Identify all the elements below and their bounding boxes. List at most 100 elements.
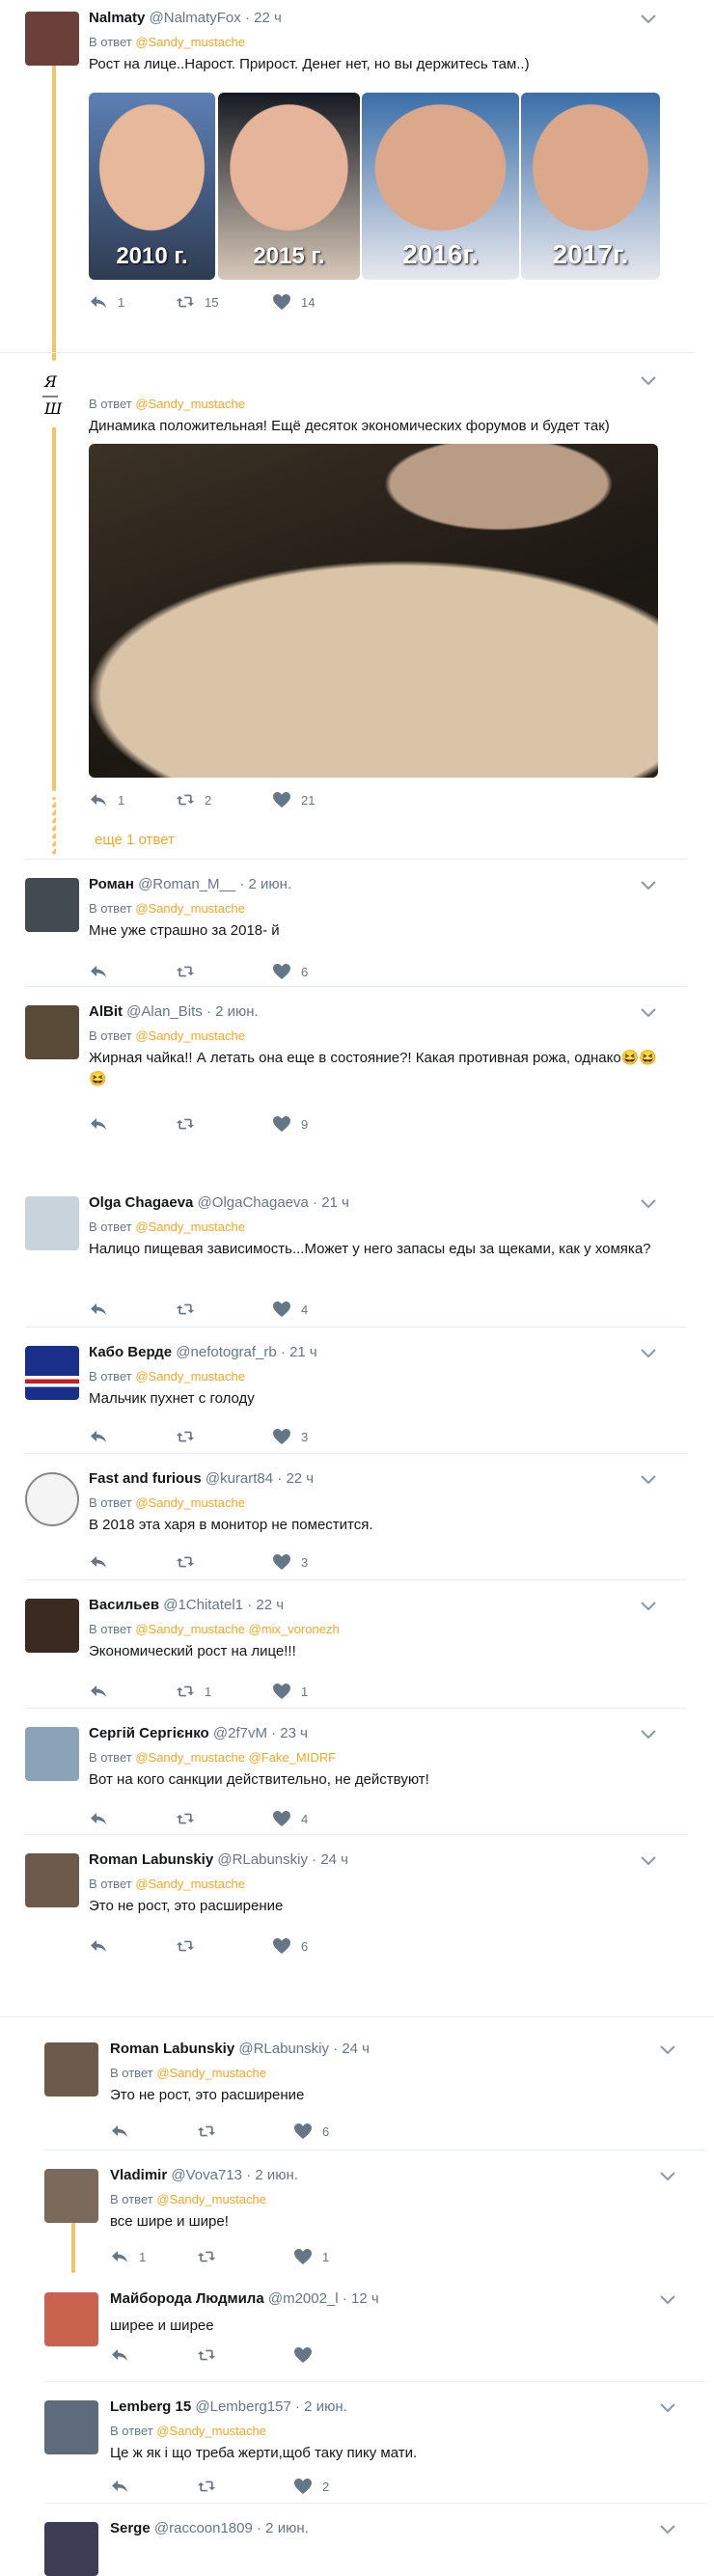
avatar[interactable] bbox=[44, 2169, 98, 2223]
user-handle[interactable]: @1Chitatel1 bbox=[163, 1597, 243, 1613]
retweet-button[interactable] bbox=[176, 1553, 205, 1571]
avatar[interactable] bbox=[44, 2042, 98, 2096]
user-name[interactable]: Кабо Верде bbox=[89, 1344, 172, 1360]
user-name[interactable]: Roman Labunskiy bbox=[110, 2041, 234, 2057]
reply-mention[interactable]: @Sandy_mustache bbox=[156, 2192, 266, 2206]
tweet-menu-caret[interactable] bbox=[637, 1003, 660, 1023]
tweet-time[interactable]: · 23 ч bbox=[271, 1725, 308, 1741]
tweet-menu-caret[interactable] bbox=[656, 2398, 679, 2418]
user-handle[interactable]: @Alan_Bits bbox=[126, 1003, 203, 1020]
reply-button[interactable] bbox=[110, 2123, 139, 2140]
retweet-button[interactable]: 1 bbox=[176, 1683, 211, 1700]
reply-mention[interactable]: @Sandy_mustache bbox=[135, 35, 245, 49]
user-name[interactable]: Майборода Людмила bbox=[110, 2290, 264, 2307]
like-button[interactable]: 6 bbox=[272, 963, 308, 980]
user-handle[interactable]: @kurart84 bbox=[206, 1470, 273, 1487]
like-button[interactable]: 21 bbox=[272, 791, 315, 808]
tweet-menu-caret[interactable] bbox=[637, 876, 660, 895]
reply-button[interactable]: 1 bbox=[89, 293, 124, 311]
like-button[interactable]: 1 bbox=[272, 1683, 308, 1700]
reply-mention[interactable]: @Sandy_mustache bbox=[135, 1028, 245, 1043]
retweet-button[interactable] bbox=[176, 1937, 205, 1955]
retweet-button[interactable]: 2 bbox=[176, 791, 211, 808]
user-handle[interactable]: @m2002_l bbox=[268, 2290, 339, 2307]
tweet-time[interactable]: · 2 июн. bbox=[295, 2398, 347, 2415]
user-name[interactable]: Васильев bbox=[89, 1597, 159, 1613]
tweet-time[interactable]: · 21 ч bbox=[313, 1194, 349, 1211]
avatar[interactable] bbox=[25, 878, 79, 932]
avatar[interactable] bbox=[25, 1599, 79, 1653]
reply-mention[interactable]: @Sandy_mustache bbox=[135, 1877, 245, 1891]
user-handle[interactable]: @Vova713 bbox=[171, 2167, 242, 2183]
retweet-button[interactable] bbox=[176, 1115, 205, 1133]
photo-thumbnail[interactable]: 2016г. bbox=[362, 93, 519, 280]
photo-thumbnail[interactable]: 2010 г. bbox=[89, 93, 215, 280]
reply-mention[interactable]: @Sandy_mustache bbox=[135, 901, 245, 916]
user-handle[interactable]: @OlgaChagaeva bbox=[198, 1194, 309, 1211]
retweet-button[interactable] bbox=[176, 963, 205, 980]
like-button[interactable]: 1 bbox=[293, 2248, 329, 2265]
tweet-menu-caret[interactable] bbox=[637, 1597, 660, 1616]
like-button[interactable]: 6 bbox=[293, 2123, 329, 2140]
retweet-button[interactable] bbox=[176, 1428, 205, 1445]
reply-mention[interactable]: @Sandy_mustache bbox=[135, 397, 245, 411]
tweet-time[interactable]: · 2 июн. bbox=[239, 876, 291, 892]
reply-button[interactable] bbox=[89, 1810, 118, 1827]
like-button[interactable]: 4 bbox=[272, 1301, 308, 1318]
avatar[interactable]: ЯШ bbox=[25, 373, 79, 427]
avatar[interactable] bbox=[25, 12, 79, 66]
tweet-menu-caret[interactable] bbox=[637, 1194, 660, 1214]
avatar[interactable] bbox=[25, 1727, 79, 1781]
reply-button[interactable]: 1 bbox=[110, 2248, 146, 2265]
tweet-time[interactable]: · 2 июн. bbox=[246, 2167, 298, 2183]
user-handle[interactable]: @2f7vM bbox=[213, 1725, 267, 1741]
user-handle[interactable]: @RLabunskiy bbox=[217, 1851, 308, 1868]
retweet-button[interactable]: 15 bbox=[176, 293, 218, 311]
tweet-time[interactable]: · 21 ч bbox=[281, 1344, 317, 1360]
tweet-time[interactable]: · 22 ч bbox=[245, 10, 282, 26]
avatar[interactable] bbox=[25, 1346, 79, 1400]
reply-button[interactable] bbox=[110, 2478, 139, 2495]
reply-button[interactable] bbox=[89, 1553, 118, 1571]
avatar[interactable] bbox=[44, 2400, 98, 2454]
avatar[interactable] bbox=[44, 2292, 98, 2346]
user-handle[interactable]: @RLabunskiy bbox=[238, 2041, 329, 2057]
user-handle[interactable]: @Roman_M__ bbox=[138, 876, 235, 892]
like-button[interactable]: 9 bbox=[272, 1115, 308, 1133]
user-handle[interactable]: @Lemberg157 bbox=[195, 2398, 290, 2415]
tweet-menu-caret[interactable] bbox=[656, 2290, 679, 2310]
reply-button[interactable] bbox=[89, 1301, 118, 1318]
reply-button[interactable] bbox=[89, 1683, 118, 1700]
tweet-time[interactable]: · 2 июн. bbox=[206, 1003, 259, 1020]
photo[interactable] bbox=[89, 444, 658, 778]
tweet-menu-caret[interactable] bbox=[656, 2520, 679, 2539]
user-name[interactable]: Роман bbox=[89, 876, 134, 892]
like-button[interactable]: 2 bbox=[293, 2478, 329, 2495]
user-name[interactable]: Lemberg 15 bbox=[110, 2398, 191, 2415]
reply-button[interactable] bbox=[89, 1428, 118, 1445]
tweet-menu-caret[interactable] bbox=[656, 2041, 679, 2060]
user-name[interactable]: AlBit bbox=[89, 1003, 123, 1020]
photo-thumbnail[interactable]: 2015 г. bbox=[218, 93, 360, 280]
like-button[interactable]: 3 bbox=[272, 1428, 308, 1445]
avatar[interactable] bbox=[25, 1472, 79, 1526]
reply-mention[interactable]: @Sandy_mustache bbox=[135, 1219, 245, 1234]
retweet-button[interactable] bbox=[176, 1810, 205, 1827]
reply-button[interactable] bbox=[89, 963, 118, 980]
tweet-menu-caret[interactable] bbox=[637, 371, 660, 391]
tweet-time[interactable]: · 12 ч bbox=[343, 2290, 379, 2307]
like-button[interactable] bbox=[293, 2346, 322, 2364]
tweet-menu-caret[interactable] bbox=[637, 1470, 660, 1490]
retweet-button[interactable] bbox=[176, 1301, 205, 1318]
reply-button[interactable]: 1 bbox=[89, 791, 124, 808]
reply-mention[interactable]: @Sandy_mustache bbox=[135, 1369, 245, 1384]
user-name[interactable]: Serge bbox=[110, 2520, 151, 2536]
like-button[interactable]: 4 bbox=[272, 1810, 308, 1827]
tweet-menu-caret[interactable] bbox=[637, 1344, 660, 1363]
tweet-menu-caret[interactable] bbox=[637, 1725, 660, 1744]
retweet-button[interactable] bbox=[197, 2248, 226, 2265]
avatar[interactable] bbox=[25, 1196, 79, 1250]
reply-mention[interactable]: @Sandy_mustache @Fake_MIDRF bbox=[135, 1750, 336, 1765]
user-name[interactable]: Nalmaty bbox=[89, 10, 145, 26]
reply-button[interactable] bbox=[110, 2346, 139, 2364]
